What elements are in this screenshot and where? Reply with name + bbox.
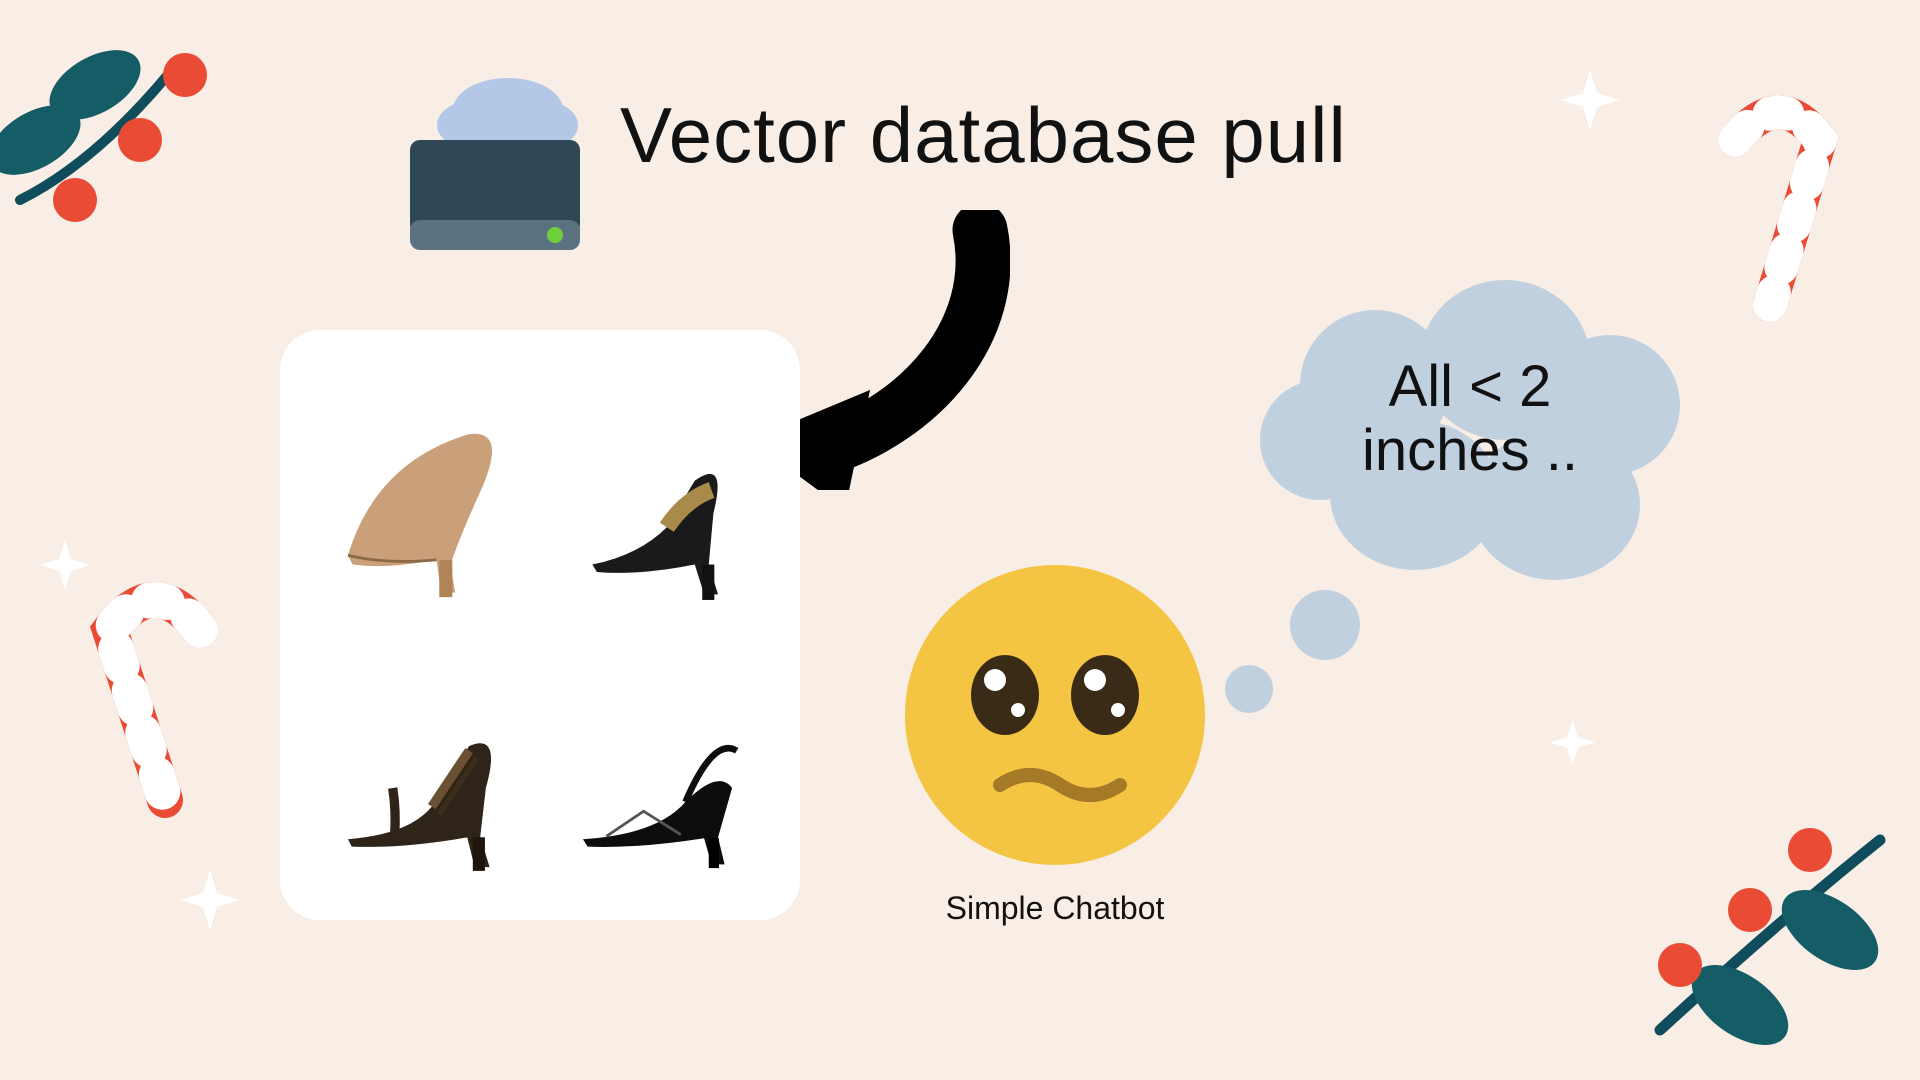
sparkle-icon [1560,70,1620,130]
product-image [555,640,760,880]
product-grid [320,370,760,880]
thought-dot-icon [1290,590,1360,660]
holly-top-left-icon [0,20,240,280]
cloud-storage-icon [390,70,600,280]
product-image [320,370,525,610]
candy-cane-icon [75,580,235,820]
sparkle-icon [40,540,90,590]
thought-dot-icon [1225,665,1273,713]
slide: Vector database pull [0,0,1920,1080]
sparkle-icon [1550,720,1595,765]
thought-text: All < 2 inches .. [1270,355,1670,483]
candy-cane-icon [1700,95,1850,325]
thought-line: All < 2 [1389,354,1552,419]
product-image [320,640,525,880]
slide-title: Vector database pull [620,90,1347,181]
sparkle-icon [180,870,240,930]
results-card [280,330,800,920]
thought-line: inches .. [1362,418,1578,483]
chatbot-label: Simple Chatbot [900,890,1210,927]
product-image [555,370,760,610]
confused-face-icon [900,560,1210,870]
holly-bottom-right-icon [1600,800,1920,1080]
